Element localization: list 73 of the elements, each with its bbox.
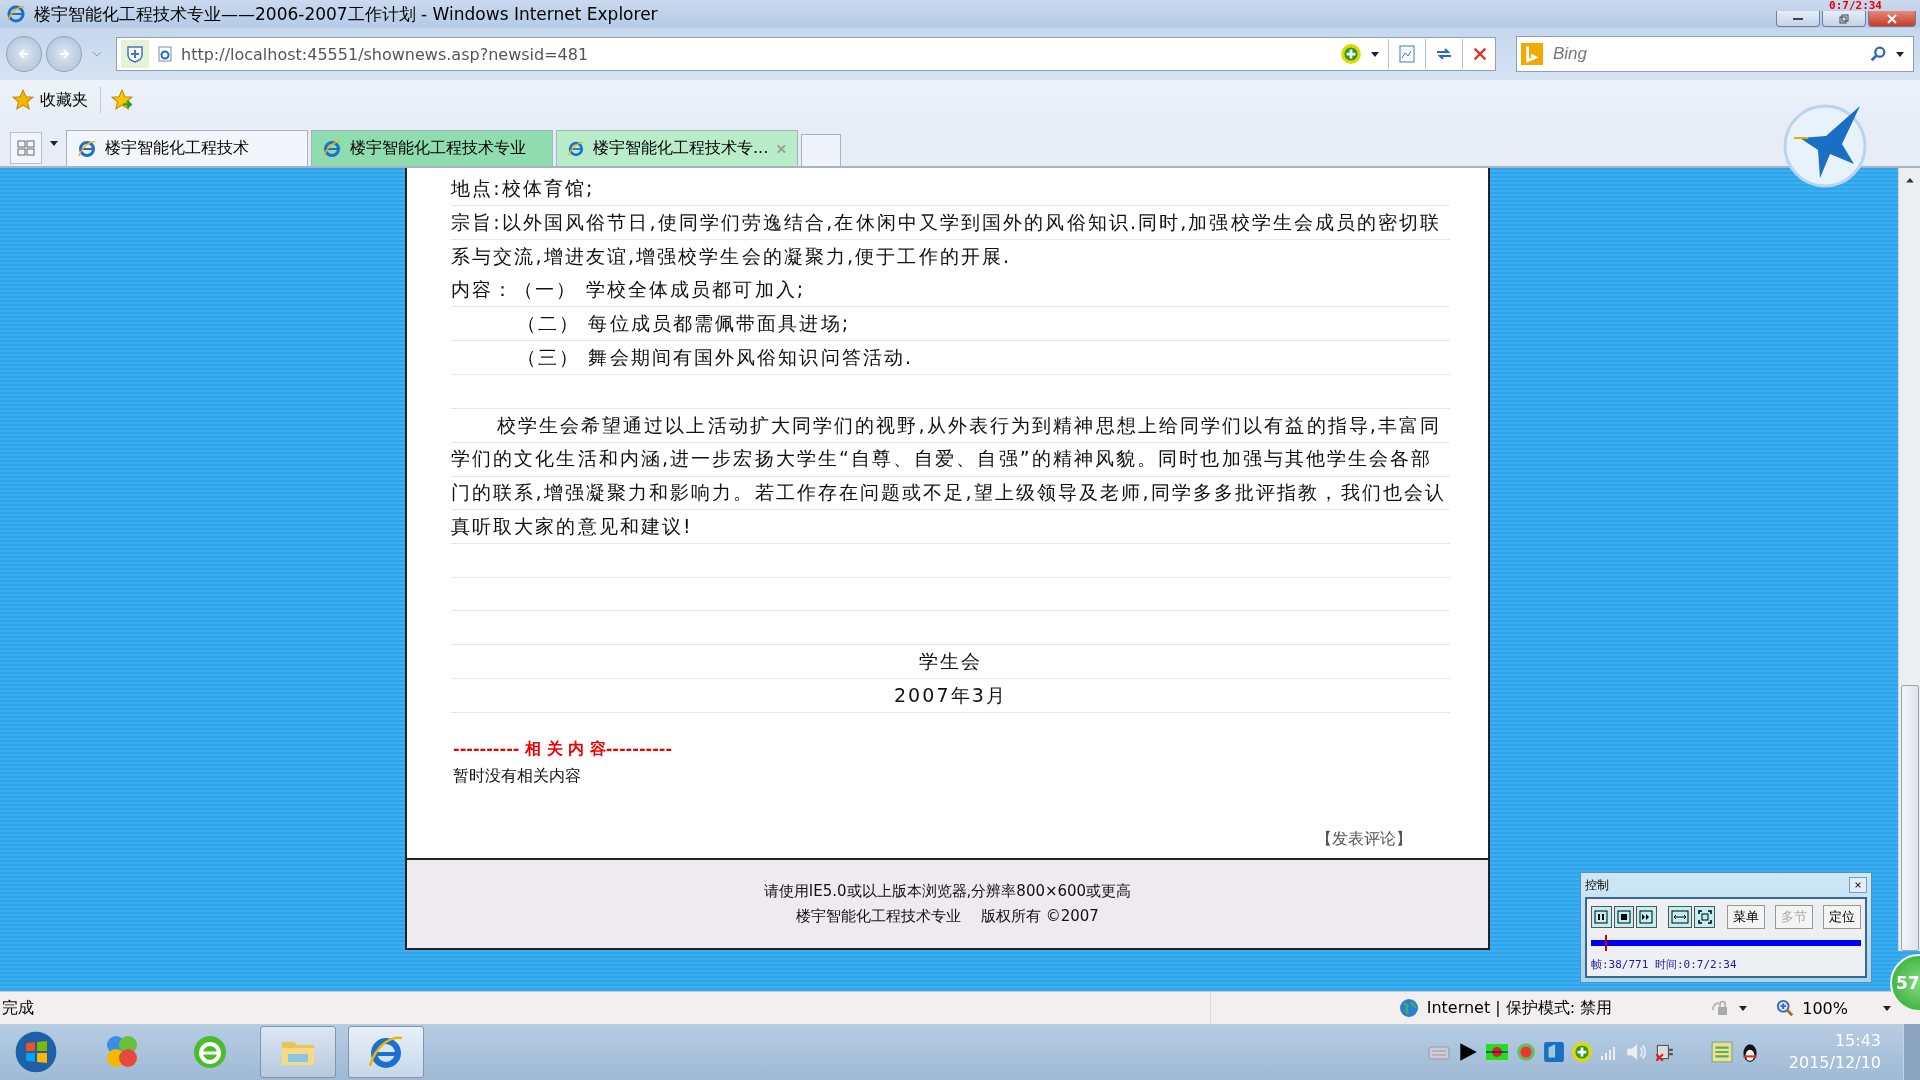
- browser-tab[interactable]: 楼宇智能化工程技术: [66, 130, 308, 166]
- frame-time-readout: 帧:38/771 时间:0:7/2:34: [1591, 957, 1738, 972]
- plus-circle-icon[interactable]: [1570, 1041, 1593, 1063]
- fit-width-button[interactable]: [1668, 906, 1693, 928]
- comment-link[interactable]: 【发表评论】: [1316, 828, 1412, 850]
- browser-icon: [322, 138, 342, 159]
- zoom-level-text[interactable]: 100%: [1802, 998, 1848, 1018]
- scroll-thumb[interactable]: [1900, 685, 1919, 951]
- globe-icon: [1398, 998, 1419, 1018]
- status-text: 完成: [2, 997, 34, 1019]
- star-icon: [12, 89, 34, 111]
- grid-icon: [16, 138, 36, 158]
- panel-button[interactable]: 菜单: [1727, 905, 1765, 929]
- dropdown-icon[interactable]: [49, 138, 59, 148]
- stop-button[interactable]: [1613, 906, 1635, 928]
- window-title: 楼宇智能化工程技术专业——2006-2007工作计划 - Windows Internet Explorer: [34, 2, 658, 26]
- restore-button[interactable]: [1822, 11, 1866, 27]
- search-input[interactable]: Bing: [1551, 43, 1861, 65]
- security-zone-text: Internet | 保护模式: 禁用: [1426, 997, 1613, 1019]
- search-icon[interactable]: [1869, 45, 1887, 63]
- dropdown-icon[interactable]: [1895, 49, 1905, 59]
- scroll-up-icon[interactable]: [1904, 176, 1915, 186]
- related-heading: ---------- 相 关 内 容----------: [453, 738, 674, 760]
- clock-time: 15:43: [1834, 1030, 1881, 1052]
- stop-icon[interactable]: [1471, 45, 1489, 63]
- scrollbar[interactable]: [1898, 168, 1920, 951]
- browser-tab[interactable]: 楼宇智能化工程技术专...: [556, 130, 798, 166]
- panel-button[interactable]: 定位: [1823, 905, 1861, 929]
- article-line: （二） 每位成员都需佩带面具进场;: [451, 307, 1450, 341]
- recording-timer: 0:7/2:34: [1829, 0, 1882, 11]
- compatibility-view-icon[interactable]: [1397, 44, 1417, 64]
- restore-icon: [1838, 12, 1850, 25]
- zoom-icon[interactable]: [1776, 999, 1795, 1017]
- browser-tab[interactable]: 楼宇智能化工程技术专业: [311, 130, 553, 166]
- panel-title: 控制: [1585, 876, 1609, 894]
- browser-icon: [77, 138, 97, 159]
- folder-icon[interactable]: [260, 1026, 336, 1078]
- minimize-button[interactable]: [1776, 11, 1820, 27]
- footer-text: 请使用IE5.0或以上版本浏览器,分辨率800×600或更高: [763, 881, 1132, 901]
- close-icon: [1886, 12, 1898, 25]
- article-line: 内容：（一） 学校全体成员都可加入;: [451, 273, 1450, 308]
- recorder-icon[interactable]: [1484, 1042, 1509, 1062]
- minimize-icon: [1793, 17, 1803, 20]
- article-line: （三） 舞会期间有国外风俗知识问答活动.: [451, 341, 1450, 375]
- article-line: 地点:校体育馆;: [451, 172, 1450, 206]
- dropdown-icon[interactable]: [1738, 1003, 1749, 1013]
- empty-message: 暂时没有相关内容: [453, 765, 582, 787]
- close-icon: [1854, 881, 1862, 889]
- search-field[interactable]: Bing: [1516, 36, 1914, 72]
- pause-button[interactable]: [1591, 906, 1612, 928]
- progress-marker[interactable]: [1604, 935, 1607, 951]
- clock-date: 2015/12/10: [1788, 1052, 1881, 1074]
- app-icon[interactable]: [1542, 1041, 1565, 1063]
- url-text: http://localhost:45551/shownews.asp?newsid=481: [181, 44, 590, 64]
- close-button[interactable]: [1868, 11, 1916, 27]
- dropdown-icon[interactable]: [1882, 1003, 1892, 1013]
- step-forward-button[interactable]: [1636, 906, 1657, 928]
- fullscreen-button[interactable]: [1694, 906, 1715, 928]
- footer-text: 楼宇智能化工程技术专业 版权所有 ©2007: [796, 906, 1099, 926]
- record-circle-icon[interactable]: [1514, 1041, 1537, 1063]
- favorites-button[interactable]: 收藏夹: [10, 87, 90, 113]
- signature-text: 学生会: [918, 650, 983, 673]
- ie-browser-icon[interactable]: [348, 1026, 424, 1078]
- signature-text: 2007年3月: [893, 683, 1008, 706]
- page-icon: [157, 46, 173, 62]
- add-favorite-icon[interactable]: [111, 89, 133, 111]
- browser-logo-icon: [6, 4, 26, 24]
- close-button[interactable]: [1849, 877, 1867, 893]
- plus-circle-icon[interactable]: [1340, 43, 1362, 65]
- dropdown-icon[interactable]: [1370, 49, 1380, 59]
- shield-plus-icon[interactable]: [121, 40, 149, 68]
- address-field[interactable]: http://localhost:45551/shownews.asp?newsid=481: [116, 37, 1496, 71]
- bing-logo-icon: [1521, 43, 1543, 65]
